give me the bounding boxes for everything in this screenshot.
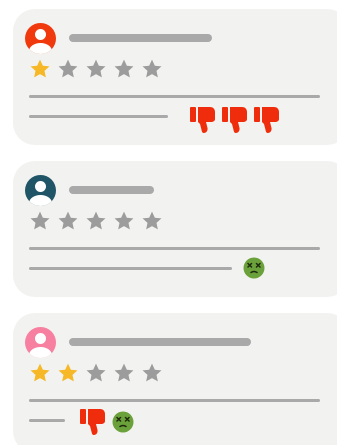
star-empty-icon xyxy=(58,59,78,78)
review-text-placeholder-line xyxy=(29,115,168,118)
star-empty-icon xyxy=(114,363,134,382)
review-text-placeholder-line xyxy=(29,267,232,270)
avatar-body-shape xyxy=(29,347,52,358)
star-empty-icon xyxy=(142,211,162,230)
star-empty-icon xyxy=(114,211,134,230)
avatar-head-shape xyxy=(35,333,46,344)
star-empty-icon xyxy=(86,59,106,78)
avatar-body-shape xyxy=(29,43,52,54)
review-card[interactable] xyxy=(13,161,337,297)
review-text-placeholder-line xyxy=(29,419,65,422)
dizzy-face-icon xyxy=(243,257,265,279)
star-empty-icon xyxy=(58,211,78,230)
review-list xyxy=(0,0,337,445)
reaction-list xyxy=(80,408,134,436)
thumbs-down-icon xyxy=(80,409,105,435)
avatar-head-shape xyxy=(35,29,46,40)
review-card[interactable] xyxy=(13,9,337,145)
star-empty-icon xyxy=(86,211,106,230)
review-text-placeholder-line xyxy=(29,95,320,98)
thumbs-down-icon xyxy=(254,107,279,133)
star-filled-icon xyxy=(30,59,50,78)
star-empty-icon xyxy=(114,59,134,78)
review-text-placeholder-line xyxy=(29,247,320,250)
star-rating xyxy=(29,362,163,384)
star-empty-icon xyxy=(30,211,50,230)
avatar xyxy=(25,327,56,358)
reaction-list xyxy=(243,257,265,279)
star-filled-icon xyxy=(30,363,50,382)
reviewer-name-placeholder xyxy=(69,34,212,42)
star-filled-icon xyxy=(58,363,78,382)
star-rating xyxy=(29,210,163,232)
review-card[interactable] xyxy=(13,313,337,445)
reviewer-name-placeholder xyxy=(69,186,154,194)
star-rating xyxy=(29,58,163,80)
dizzy-face-icon xyxy=(112,411,134,433)
star-empty-icon xyxy=(142,59,162,78)
star-empty-icon xyxy=(86,363,106,382)
avatar xyxy=(25,23,56,54)
avatar-head-shape xyxy=(35,181,46,192)
thumbs-down-icon xyxy=(190,107,215,133)
reviewer-name-placeholder xyxy=(69,338,251,346)
avatar xyxy=(25,175,56,206)
star-empty-icon xyxy=(142,363,162,382)
review-text-placeholder-line xyxy=(29,399,320,402)
reaction-list xyxy=(190,106,280,134)
thumbs-down-icon xyxy=(222,107,247,133)
avatar-body-shape xyxy=(29,195,52,206)
